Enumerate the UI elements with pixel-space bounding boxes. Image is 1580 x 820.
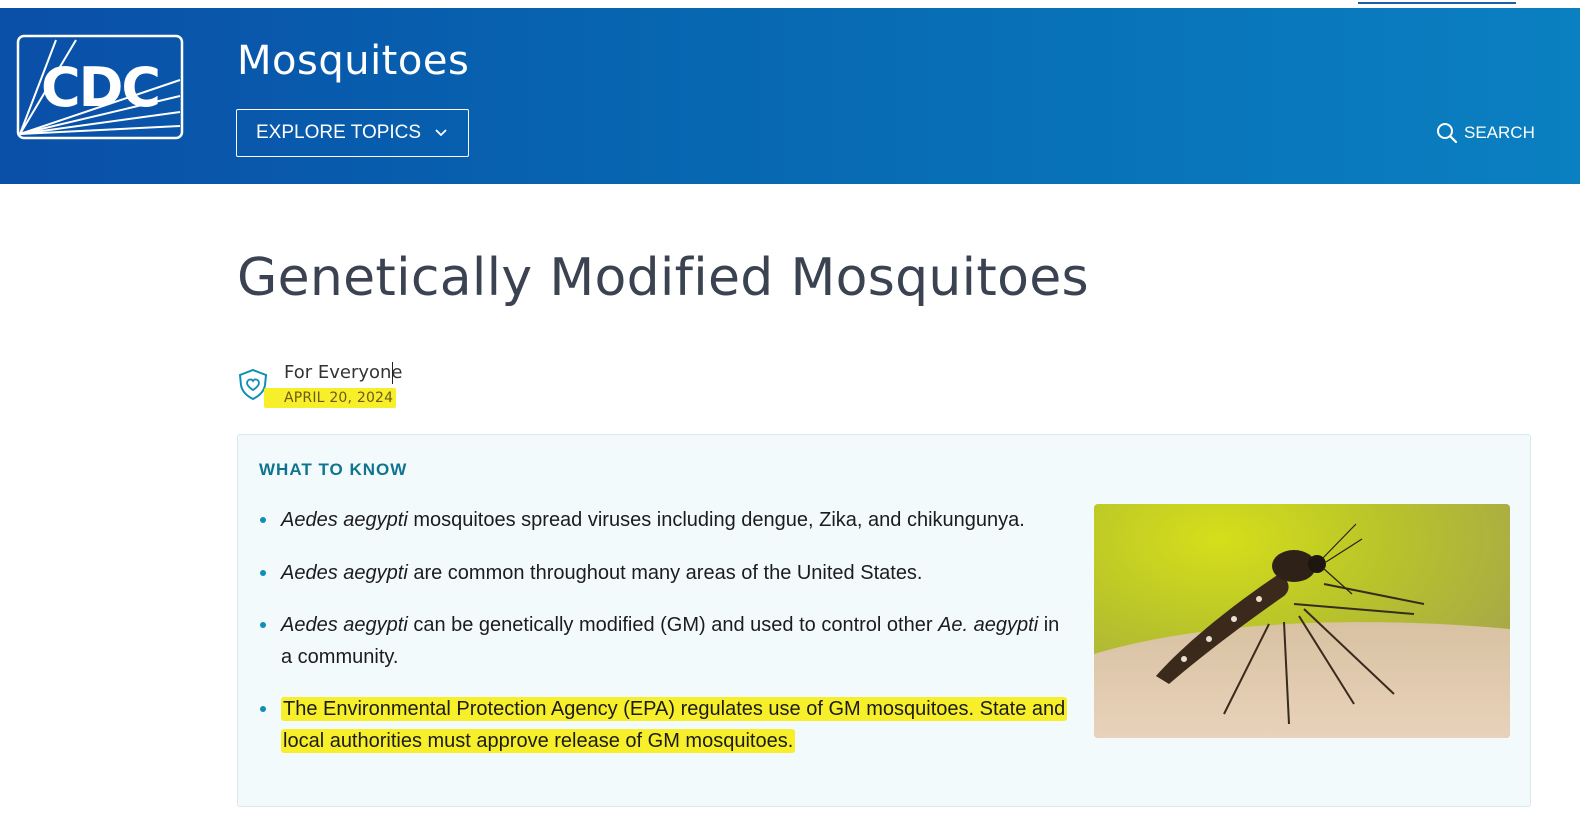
list-item-text: can be genetically modified (GM) and use… <box>407 614 939 636</box>
list-item-text: mosquitoes spread viruses including deng… <box>407 509 1025 531</box>
list-item: Aedes aegypti can be genetically modifie… <box>258 609 1068 673</box>
list-item: Aedes aegypti mosquitoes spread viruses … <box>258 504 1068 536</box>
species-name: Aedes aegypti <box>281 509 408 531</box>
list-item: The Environmental Protection Agency (EPA… <box>258 693 1068 757</box>
chevron-down-icon <box>435 129 447 137</box>
publish-date: APRIL 20, 2024 <box>284 390 394 406</box>
what-to-know-heading: WHAT TO KNOW <box>259 460 408 479</box>
search-button[interactable]: SEARCH <box>1436 120 1535 146</box>
bullet <box>260 570 266 576</box>
site-title[interactable]: Mosquitoes <box>237 38 469 84</box>
highlighted-list-item-text: The Environmental Protection Agency (EPA… <box>281 697 1068 753</box>
what-to-know-list: Aedes aegypti mosquitoes spread viruses … <box>258 504 1068 757</box>
species-name-abbrev: Ae. aegypti <box>938 614 1039 636</box>
explore-topics-label: EXPLORE TOPICS <box>256 122 422 143</box>
site-header: CDC Mosquitoes EXPLORE TOPICS SEARCH <box>0 8 1580 184</box>
page-title: Genetically Modified Mosquitoes <box>237 248 1089 308</box>
audience-label: For Everyone <box>284 362 403 383</box>
list-item: Aedes aegypti are common throughout many… <box>258 557 1068 589</box>
explore-topics-button[interactable]: EXPLORE TOPICS <box>236 109 469 157</box>
bullet <box>260 622 266 628</box>
mosquito-photo <box>1094 504 1510 738</box>
species-name: Aedes aegypti <box>281 614 408 636</box>
cdc-logo[interactable]: CDC <box>16 34 184 140</box>
logo-text: CDC <box>41 56 159 119</box>
top-strip-line <box>1358 2 1516 4</box>
bullet <box>260 517 266 523</box>
species-name: Aedes aegypti <box>281 562 408 584</box>
search-label: SEARCH <box>1464 123 1535 142</box>
top-strip <box>0 0 1580 8</box>
bullet <box>260 706 266 712</box>
text-cursor <box>392 362 393 384</box>
list-item-text: are common throughout many areas of the … <box>407 562 923 584</box>
search-icon <box>1437 123 1458 144</box>
